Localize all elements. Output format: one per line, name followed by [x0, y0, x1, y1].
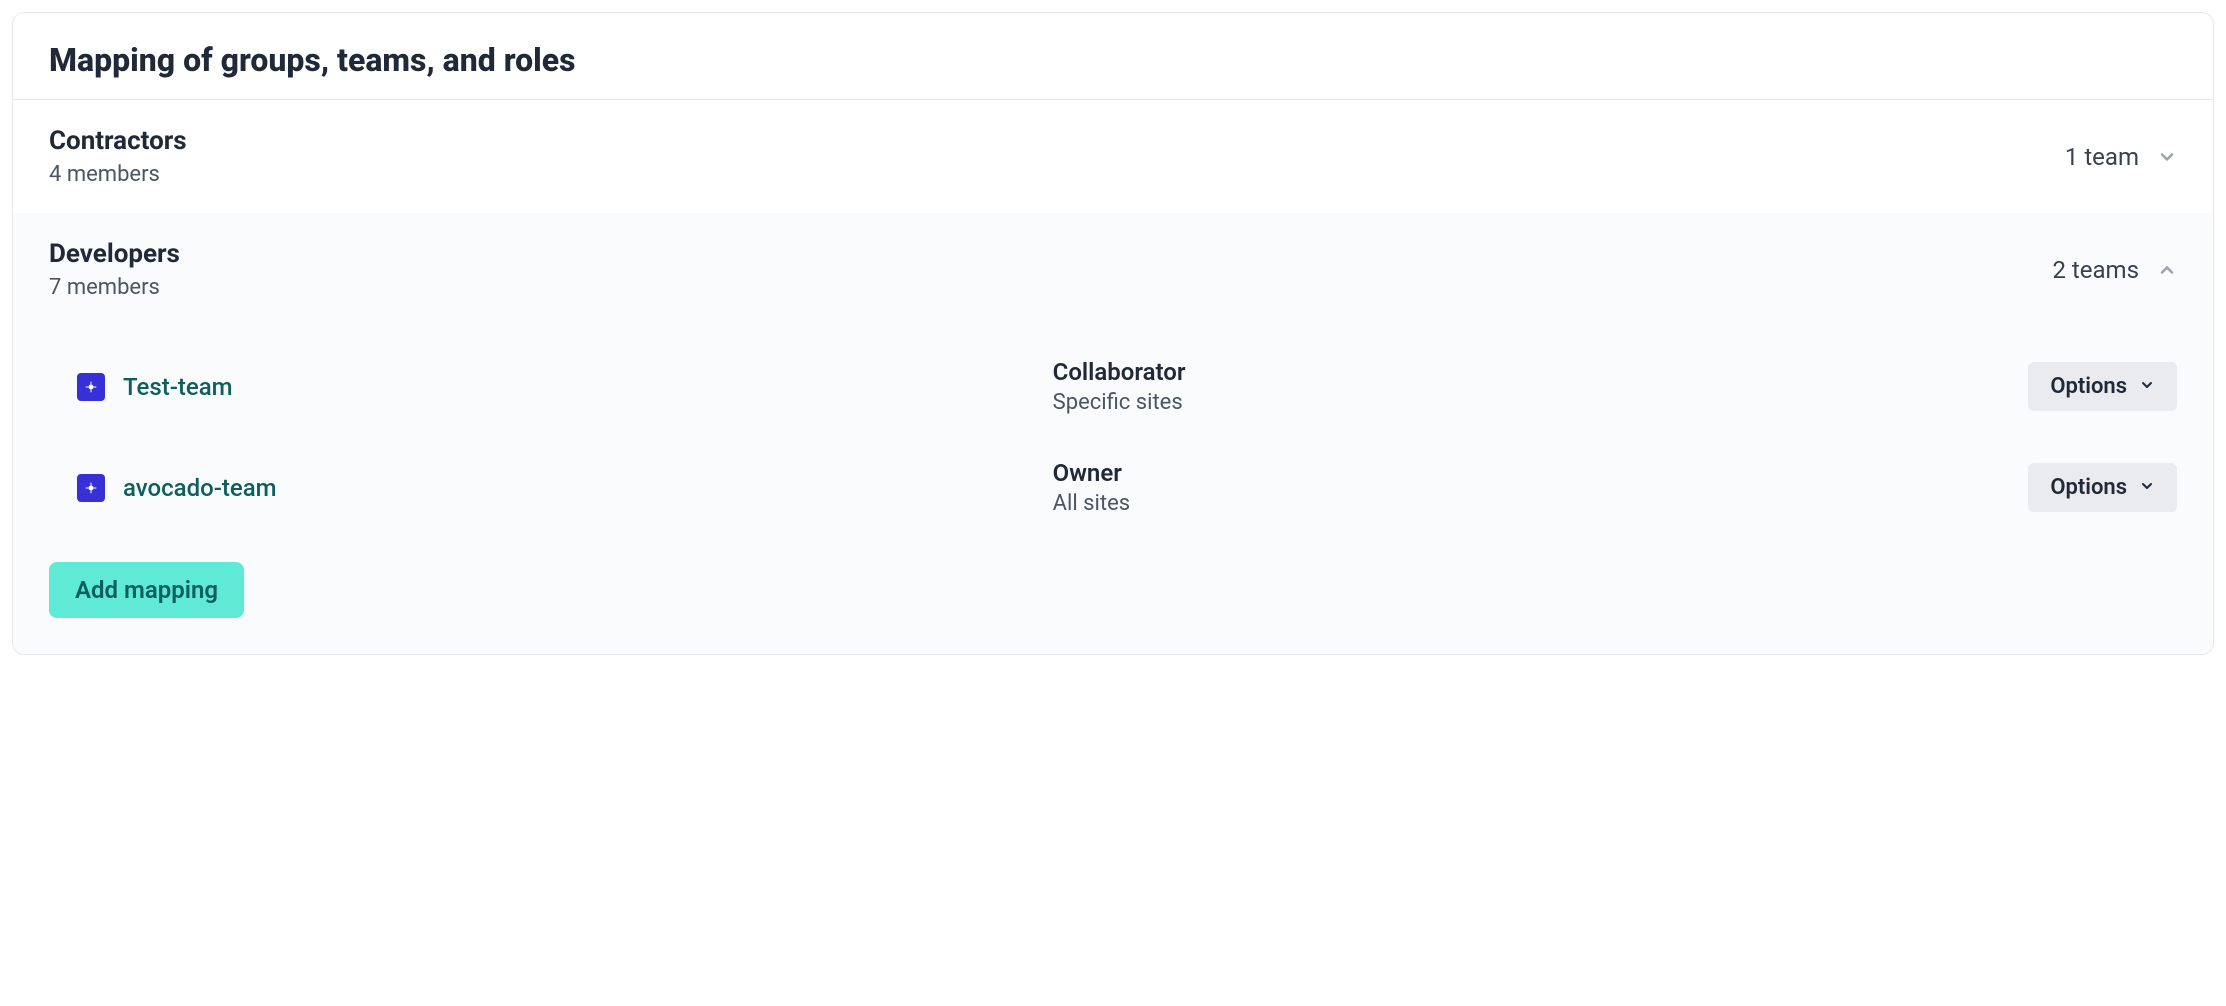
role-name: Owner — [1053, 459, 2029, 487]
team-name-link[interactable]: avocado-team — [123, 474, 277, 502]
chevron-up-icon — [2157, 260, 2177, 280]
page-title: Mapping of groups, teams, and roles — [49, 41, 2177, 79]
chevron-down-icon — [2139, 475, 2155, 500]
team-role-info: Collaborator Specific sites — [1053, 358, 2029, 415]
group-name: Contractors — [49, 126, 187, 156]
group-name: Developers — [49, 239, 180, 269]
group-row-contractors[interactable]: Contractors 4 members 1 team — [13, 100, 2213, 213]
group-summary: 2 teams — [2052, 256, 2177, 284]
card-header: Mapping of groups, teams, and roles — [13, 13, 2213, 100]
chevron-down-icon — [2139, 374, 2155, 399]
role-scope: All sites — [1053, 491, 2029, 516]
group-summary: 1 team — [2065, 143, 2177, 171]
group-info: Contractors 4 members — [49, 126, 187, 187]
role-scope: Specific sites — [1053, 390, 2029, 415]
team-actions: Options — [2028, 463, 2177, 512]
group-members: 4 members — [49, 162, 187, 187]
group-row-developers[interactable]: Developers 7 members 2 teams — [13, 213, 2213, 326]
team-icon — [77, 373, 105, 401]
team-name-link[interactable]: Test-team — [123, 373, 233, 401]
options-label: Options — [2050, 374, 2127, 399]
group-info: Developers 7 members — [49, 239, 180, 300]
team-role-info: Owner All sites — [1053, 459, 2029, 516]
group-members: 7 members — [49, 275, 180, 300]
team-identity: avocado-team — [49, 474, 1053, 502]
team-icon — [77, 474, 105, 502]
add-mapping-button[interactable]: Add mapping — [49, 562, 244, 618]
chevron-down-icon — [2157, 147, 2177, 167]
mapping-card: Mapping of groups, teams, and roles Cont… — [12, 12, 2214, 655]
team-identity: Test-team — [49, 373, 1053, 401]
group-expanded-content: Test-team Collaborator Specific sites Op… — [13, 326, 2213, 654]
team-count: 1 team — [2065, 143, 2139, 171]
options-label: Options — [2050, 475, 2127, 500]
team-count: 2 teams — [2052, 256, 2139, 284]
team-actions: Options — [2028, 362, 2177, 411]
options-button[interactable]: Options — [2028, 362, 2177, 411]
options-button[interactable]: Options — [2028, 463, 2177, 512]
role-name: Collaborator — [1053, 358, 2029, 386]
team-row: Test-team Collaborator Specific sites Op… — [49, 336, 2177, 437]
team-row: avocado-team Owner All sites Options — [49, 437, 2177, 538]
